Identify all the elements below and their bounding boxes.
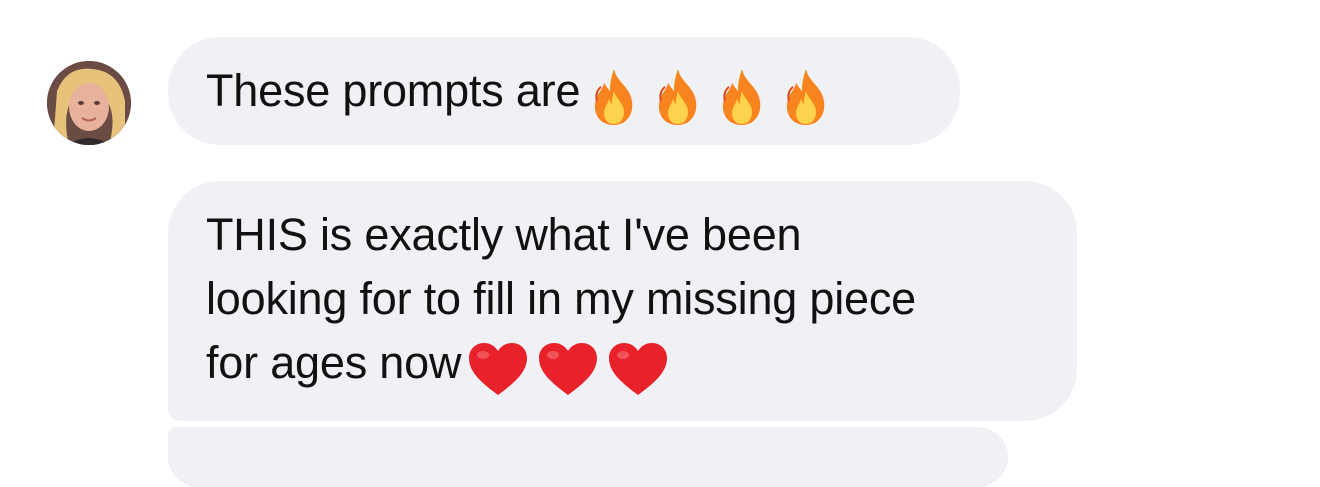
- fire-emoji-icon: [650, 67, 706, 127]
- message-bubble-partial[interactable]: [168, 427, 1008, 487]
- red-heart-emoji-icon: [537, 341, 599, 397]
- sender-avatar[interactable]: [47, 61, 131, 145]
- emoji-group: [467, 334, 677, 398]
- message-bubble[interactable]: THIS is exactly what I've been looking f…: [168, 181, 1077, 421]
- fire-emoji-icon: [778, 67, 834, 127]
- avatar-photo-icon: [47, 61, 131, 145]
- message-text-line-last: for ages now: [206, 331, 1037, 398]
- message-text: for ages now: [206, 337, 462, 388]
- red-heart-emoji-icon: [467, 341, 529, 397]
- fire-emoji-icon: [714, 67, 770, 127]
- emoji-group: [586, 62, 842, 127]
- message-text: These prompts are: [206, 65, 581, 116]
- message-bubble[interactable]: These prompts are: [168, 37, 960, 145]
- fire-emoji-icon: [586, 67, 642, 127]
- message-text-line: THIS is exactly what I've been: [206, 209, 802, 260]
- message-text-line: looking for to fill in my missing piece: [206, 273, 916, 324]
- red-heart-emoji-icon: [607, 341, 669, 397]
